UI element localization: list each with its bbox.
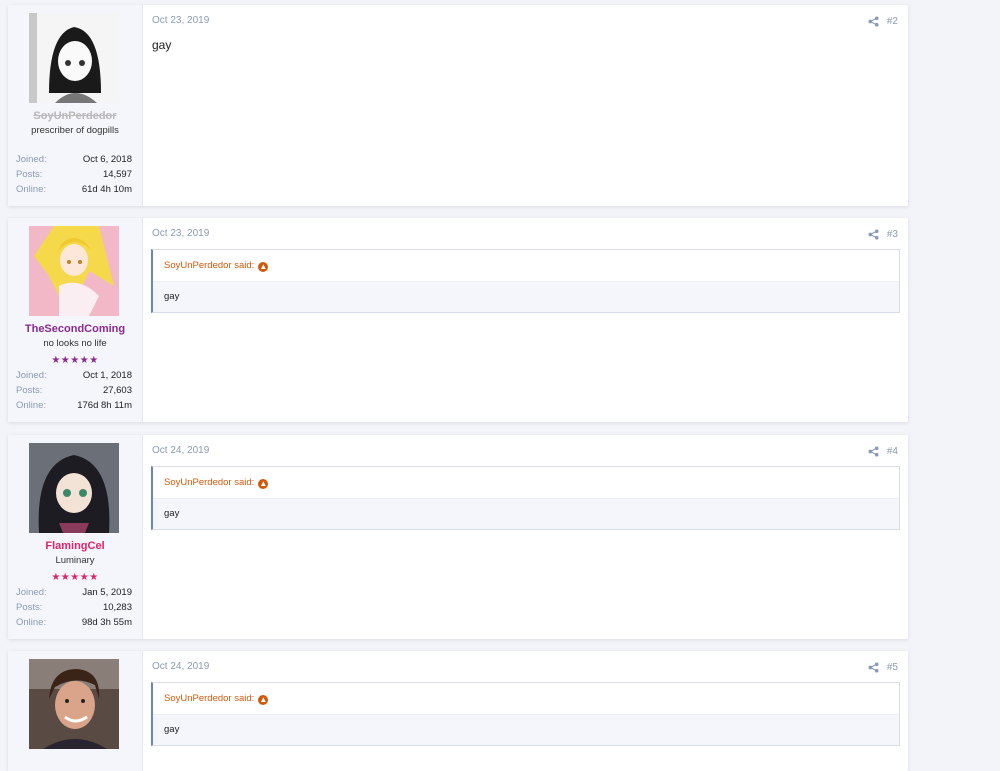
stat-value: 27,603	[102, 385, 132, 396]
quote-block: SoyUnPerdedor said: ▲ gay	[151, 466, 900, 530]
post-date[interactable]: Oct 24, 2019	[152, 445, 209, 456]
share-icon[interactable]	[868, 446, 879, 457]
stat-key: Online:	[16, 617, 47, 628]
stat-value: 176d 8h 11m	[77, 400, 132, 411]
quote-header[interactable]: SoyUnPerdedor said: ▲	[153, 683, 899, 715]
arrow-up-circle-icon[interactable]: ▲	[258, 695, 269, 705]
avatar[interactable]	[29, 659, 119, 749]
post-date[interactable]: Oct 23, 2019	[152, 15, 209, 26]
user-info: TheSecondComing no looks no life ★★★★★ J…	[8, 218, 143, 422]
avatar[interactable]	[29, 13, 119, 103]
share-icon[interactable]	[868, 662, 879, 673]
post-number[interactable]: #4	[887, 446, 898, 457]
user-stats: Joined: Oct 1, 2018 Posts: 27,603 Online…	[16, 368, 132, 413]
rank-stars: ★★★★★	[51, 355, 99, 366]
stat-key: Posts:	[16, 385, 43, 396]
stat-value: Oct 1, 2018	[82, 370, 132, 381]
post-tools: #4	[868, 446, 898, 457]
post-3: TheSecondComing no looks no life ★★★★★ J…	[8, 218, 908, 422]
quote-text: gay	[153, 499, 899, 529]
user-title: no looks no life	[43, 338, 107, 349]
quote-block: SoyUnPerdedor said: ▲ gay	[151, 682, 900, 746]
user-info: FlamingCel Luminary ★★★★★ Joined: Jan 5,…	[8, 435, 143, 639]
arrow-up-circle-icon[interactable]: ▲	[258, 262, 269, 272]
stat-key: Joined:	[16, 154, 47, 165]
rank-stars: ★★★★★	[51, 572, 99, 583]
stat-value: 61d 4h 10m	[81, 184, 132, 195]
stat-key: Joined:	[16, 587, 47, 598]
post-number[interactable]: #5	[887, 662, 898, 673]
message-body: gay	[152, 38, 172, 52]
post-tools: #3	[868, 229, 898, 240]
post-date[interactable]: Oct 24, 2019	[152, 661, 209, 672]
stat-posts: Posts: 27,603	[16, 383, 132, 398]
quote-header[interactable]: SoyUnPerdedor said: ▲	[153, 250, 899, 282]
stat-key: Online:	[16, 184, 47, 195]
post-date[interactable]: Oct 23, 2019	[152, 228, 209, 239]
post-number[interactable]: #2	[887, 16, 898, 27]
user-title: Luminary	[55, 555, 95, 566]
user-info: SoyUnPerdedor prescriber of dogpills Joi…	[8, 5, 143, 206]
stat-key: Posts:	[16, 602, 43, 613]
username[interactable]: SoyUnPerdedor	[8, 110, 142, 122]
post-number[interactable]: #3	[887, 229, 898, 240]
stat-key: Joined:	[16, 370, 47, 381]
quote-text: gay	[153, 715, 899, 745]
stat-key: Posts:	[16, 169, 43, 180]
stat-posts: Posts: 14,597	[16, 167, 132, 182]
user-stats: Joined: Jan 5, 2019 Posts: 10,283 Online…	[16, 585, 132, 630]
post-tools: #2	[868, 16, 898, 27]
post-main: Oct 24, 2019 #5 SoyUnPerdedor said: ▲ gay	[143, 651, 908, 771]
stat-online: Online: 61d 4h 10m	[16, 182, 132, 197]
post-4: FlamingCel Luminary ★★★★★ Joined: Jan 5,…	[8, 435, 908, 639]
quote-header[interactable]: SoyUnPerdedor said: ▲	[153, 467, 899, 499]
post-main: Oct 23, 2019 #3 SoyUnPerdedor said: ▲ gay	[143, 218, 908, 422]
quote-author[interactable]: SoyUnPerdedor said:	[164, 260, 254, 271]
stat-value: 98d 3h 55m	[81, 617, 132, 628]
share-icon[interactable]	[868, 229, 879, 240]
quote-block: SoyUnPerdedor said: ▲ gay	[151, 249, 900, 313]
stat-online: Online: 176d 8h 11m	[16, 398, 132, 413]
user-stats: Joined: Oct 6, 2018 Posts: 14,597 Online…	[16, 152, 132, 197]
username[interactable]: FlamingCel	[8, 540, 142, 552]
post-tools: #5	[868, 662, 898, 673]
stat-value: Oct 6, 2018	[82, 154, 132, 165]
stat-value: 14,597	[102, 169, 132, 180]
post-5: Oct 24, 2019 #5 SoyUnPerdedor said: ▲ gay	[8, 651, 908, 771]
post-main: Oct 23, 2019 #2 gay	[143, 5, 908, 206]
post-main: Oct 24, 2019 #4 SoyUnPerdedor said: ▲ gay	[143, 435, 908, 639]
quote-author[interactable]: SoyUnPerdedor said:	[164, 477, 254, 488]
stat-posts: Posts: 10,283	[16, 600, 132, 615]
avatar[interactable]	[29, 443, 119, 533]
user-title: prescriber of dogpills	[31, 125, 119, 136]
quote-author[interactable]: SoyUnPerdedor said:	[164, 693, 254, 704]
username[interactable]: TheSecondComing	[8, 323, 142, 335]
stat-joined: Joined: Oct 6, 2018	[16, 152, 132, 167]
quote-text: gay	[153, 282, 899, 312]
share-icon[interactable]	[868, 16, 879, 27]
stat-online: Online: 98d 3h 55m	[16, 615, 132, 630]
stat-joined: Joined: Oct 1, 2018	[16, 368, 132, 383]
user-info	[8, 651, 143, 771]
stat-value: Jan 5, 2019	[82, 587, 132, 598]
stat-joined: Joined: Jan 5, 2019	[16, 585, 132, 600]
stat-key: Online:	[16, 400, 47, 411]
arrow-up-circle-icon[interactable]: ▲	[258, 479, 269, 489]
avatar[interactable]	[29, 226, 119, 316]
post-2: SoyUnPerdedor prescriber of dogpills Joi…	[8, 5, 908, 206]
stat-value: 10,283	[102, 602, 132, 613]
